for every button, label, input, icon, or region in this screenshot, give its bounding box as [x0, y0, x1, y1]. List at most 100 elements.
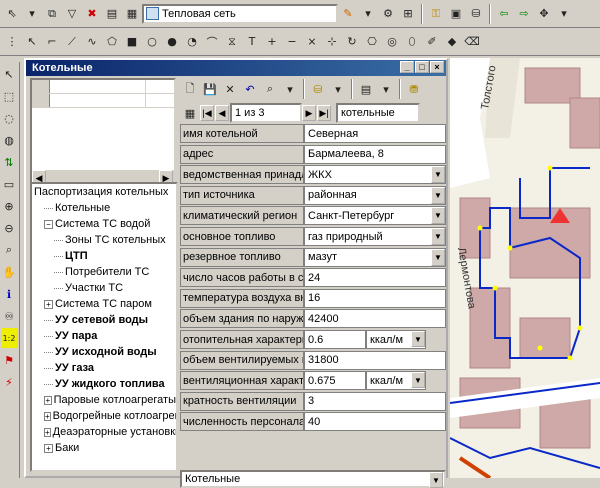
field-value[interactable]: 16	[304, 288, 446, 308]
shape-icon[interactable]: ⬯	[403, 33, 421, 51]
tree-item[interactable]: + Деаэраторные установки	[32, 424, 176, 440]
polygon-icon[interactable]: ⬠	[103, 33, 121, 51]
rotate-icon[interactable]: ↻	[343, 33, 361, 51]
offset-icon[interactable]: ⎔	[363, 33, 381, 51]
chevron-down-icon[interactable]: ▼	[431, 228, 445, 245]
delete-record-icon[interactable]: ✕	[221, 80, 239, 98]
tree-item[interactable]: УУ пара	[32, 328, 176, 344]
field-value[interactable]: 24	[304, 268, 446, 288]
select-tool-icon[interactable]: ⇖	[3, 5, 21, 23]
binoculars-icon[interactable]: ♾	[1, 306, 17, 326]
tree-item[interactable]: +Водогрейные котлоагрегаты	[32, 408, 176, 424]
chevron-down-icon[interactable]: ▼	[431, 166, 445, 184]
layer-color-icon[interactable]: ✎	[339, 5, 357, 23]
hand-icon[interactable]: ✋	[1, 262, 17, 282]
minimize-button[interactable]: _	[400, 61, 414, 73]
lasso-icon[interactable]: ◌	[1, 108, 17, 128]
layers-edit-icon[interactable]: ⊞	[399, 5, 417, 23]
field-value[interactable]: мазут ▼	[304, 247, 446, 267]
copy-layers-icon[interactable]: ⧉	[43, 5, 61, 23]
layer-icon[interactable]: ▦	[123, 5, 141, 23]
node-icon[interactable]: ⌐	[43, 33, 61, 51]
tools-icon[interactable]: ⚙	[379, 5, 397, 23]
delete-icon[interactable]: ✖	[83, 5, 101, 23]
expand-icon[interactable]: +	[44, 395, 52, 405]
package-icon[interactable]: ▣	[447, 5, 465, 23]
new-record-icon[interactable]: 🗋	[181, 80, 199, 98]
pointer-icon[interactable]: ↖	[23, 33, 41, 51]
field-value[interactable]: Северная	[304, 124, 446, 143]
erase-icon[interactable]: ⌫	[463, 33, 481, 51]
chevron-down-icon[interactable]: ▼	[431, 186, 445, 204]
ellipse-icon[interactable]: ○	[143, 33, 161, 51]
field-value[interactable]: ЖКХ ▼	[304, 165, 446, 185]
back-arrow-icon[interactable]: ⇦	[495, 5, 513, 23]
rectangle-icon[interactable]: ■	[123, 33, 141, 51]
expand-icon[interactable]: +	[44, 443, 53, 453]
hline-icon[interactable]: −	[283, 33, 301, 51]
last-record-button[interactable]: ▶|	[317, 105, 331, 121]
grid-cell[interactable]	[146, 80, 174, 93]
database-icon[interactable]: ⛁	[467, 5, 485, 23]
object-tree[interactable]: Паспортизация котельных Котельные − Система…	[30, 182, 178, 472]
layer-combo[interactable]: Тепловая сеть	[142, 3, 338, 24]
circle-icon[interactable]: ●	[163, 33, 181, 51]
grid-cell[interactable]	[50, 94, 146, 107]
field-value[interactable]: 31800	[304, 350, 446, 370]
map-view[interactable]: Толстого Лермонтова	[450, 58, 600, 478]
tree-item[interactable]: Паспортизация котельных	[32, 184, 176, 200]
dropdown-icon[interactable]: ▾	[555, 5, 573, 23]
chevron-down-icon[interactable]: ▼	[431, 207, 445, 225]
chevron-down-icon[interactable]: ▼	[411, 372, 425, 389]
save-icon[interactable]: 💾	[201, 80, 219, 98]
field-value[interactable]: газ природный ▼	[304, 227, 446, 246]
grid-row[interactable]	[32, 94, 174, 108]
tree-item[interactable]: УУ газа	[32, 360, 176, 376]
record-position-field[interactable]: 1 из 3	[230, 103, 302, 123]
text-icon[interactable]: T	[243, 33, 261, 51]
expand-icon[interactable]: +	[44, 299, 53, 309]
arrow-select-icon[interactable]: ↖	[1, 64, 17, 84]
prev-record-button[interactable]: ◀	[215, 105, 229, 121]
dropdown-icon[interactable]: ▾	[329, 80, 347, 98]
tree-item[interactable]: УУ сетевой воды	[32, 312, 176, 328]
tree-item[interactable]: Потребители ТС	[32, 264, 176, 280]
first-record-button[interactable]: |◀	[200, 105, 214, 121]
pencil-icon[interactable]: ✐	[423, 33, 441, 51]
split-icon[interactable]: ⨯	[303, 33, 321, 51]
undo-icon[interactable]: ↶	[241, 80, 259, 98]
buffer-icon[interactable]: ◎	[383, 33, 401, 51]
chevron-down-icon[interactable]: ▼	[411, 331, 425, 347]
route-icon[interactable]: ⇅	[1, 152, 17, 172]
next-record-button[interactable]: ▶	[302, 105, 316, 121]
network-icon[interactable]: ⚡	[1, 372, 17, 392]
expand-icon[interactable]: +	[44, 427, 51, 437]
field-value[interactable]: 3	[304, 391, 446, 411]
polyline-icon[interactable]: ⟋	[63, 33, 81, 51]
field-value[interactable]: районная ▼	[304, 185, 446, 205]
dropdown-icon[interactable]: ▾	[377, 80, 395, 98]
point-icon[interactable]: +	[263, 33, 281, 51]
database-settings-icon[interactable]: ⛃	[405, 80, 423, 98]
search-binoculars-icon[interactable]: ⌕	[261, 80, 279, 98]
frame-icon[interactable]: ▭	[1, 174, 17, 194]
fill-icon[interactable]: ◆	[443, 33, 461, 51]
card-icon[interactable]: ▤	[103, 5, 121, 23]
info-icon[interactable]: ℹ	[1, 284, 17, 304]
tree-item[interactable]: Участки ТС	[32, 280, 176, 296]
tree-item[interactable]: ЦТП	[32, 248, 176, 264]
key-icon[interactable]: ⚿	[427, 5, 445, 23]
field-value[interactable]: 40	[304, 412, 446, 432]
tree-item[interactable]: + Система ТС паром	[32, 296, 176, 312]
join-icon[interactable]: ⊹	[323, 33, 341, 51]
tree-item[interactable]: + Паровые котлоагрегаты	[32, 392, 176, 408]
table-view-icon[interactable]: ▦	[181, 104, 199, 122]
zoom-in-icon[interactable]: ⊕	[1, 196, 17, 216]
rect-select-icon[interactable]: ⬚	[1, 86, 17, 106]
grid-cell[interactable]	[146, 94, 174, 107]
chevron-down-icon[interactable]: ▼	[431, 248, 445, 266]
tree-item[interactable]: Котельные	[32, 200, 176, 216]
arc-icon[interactable]: ⌒	[203, 33, 221, 51]
collapse-icon[interactable]: −	[44, 219, 53, 229]
close-button[interactable]: ×	[430, 61, 444, 73]
